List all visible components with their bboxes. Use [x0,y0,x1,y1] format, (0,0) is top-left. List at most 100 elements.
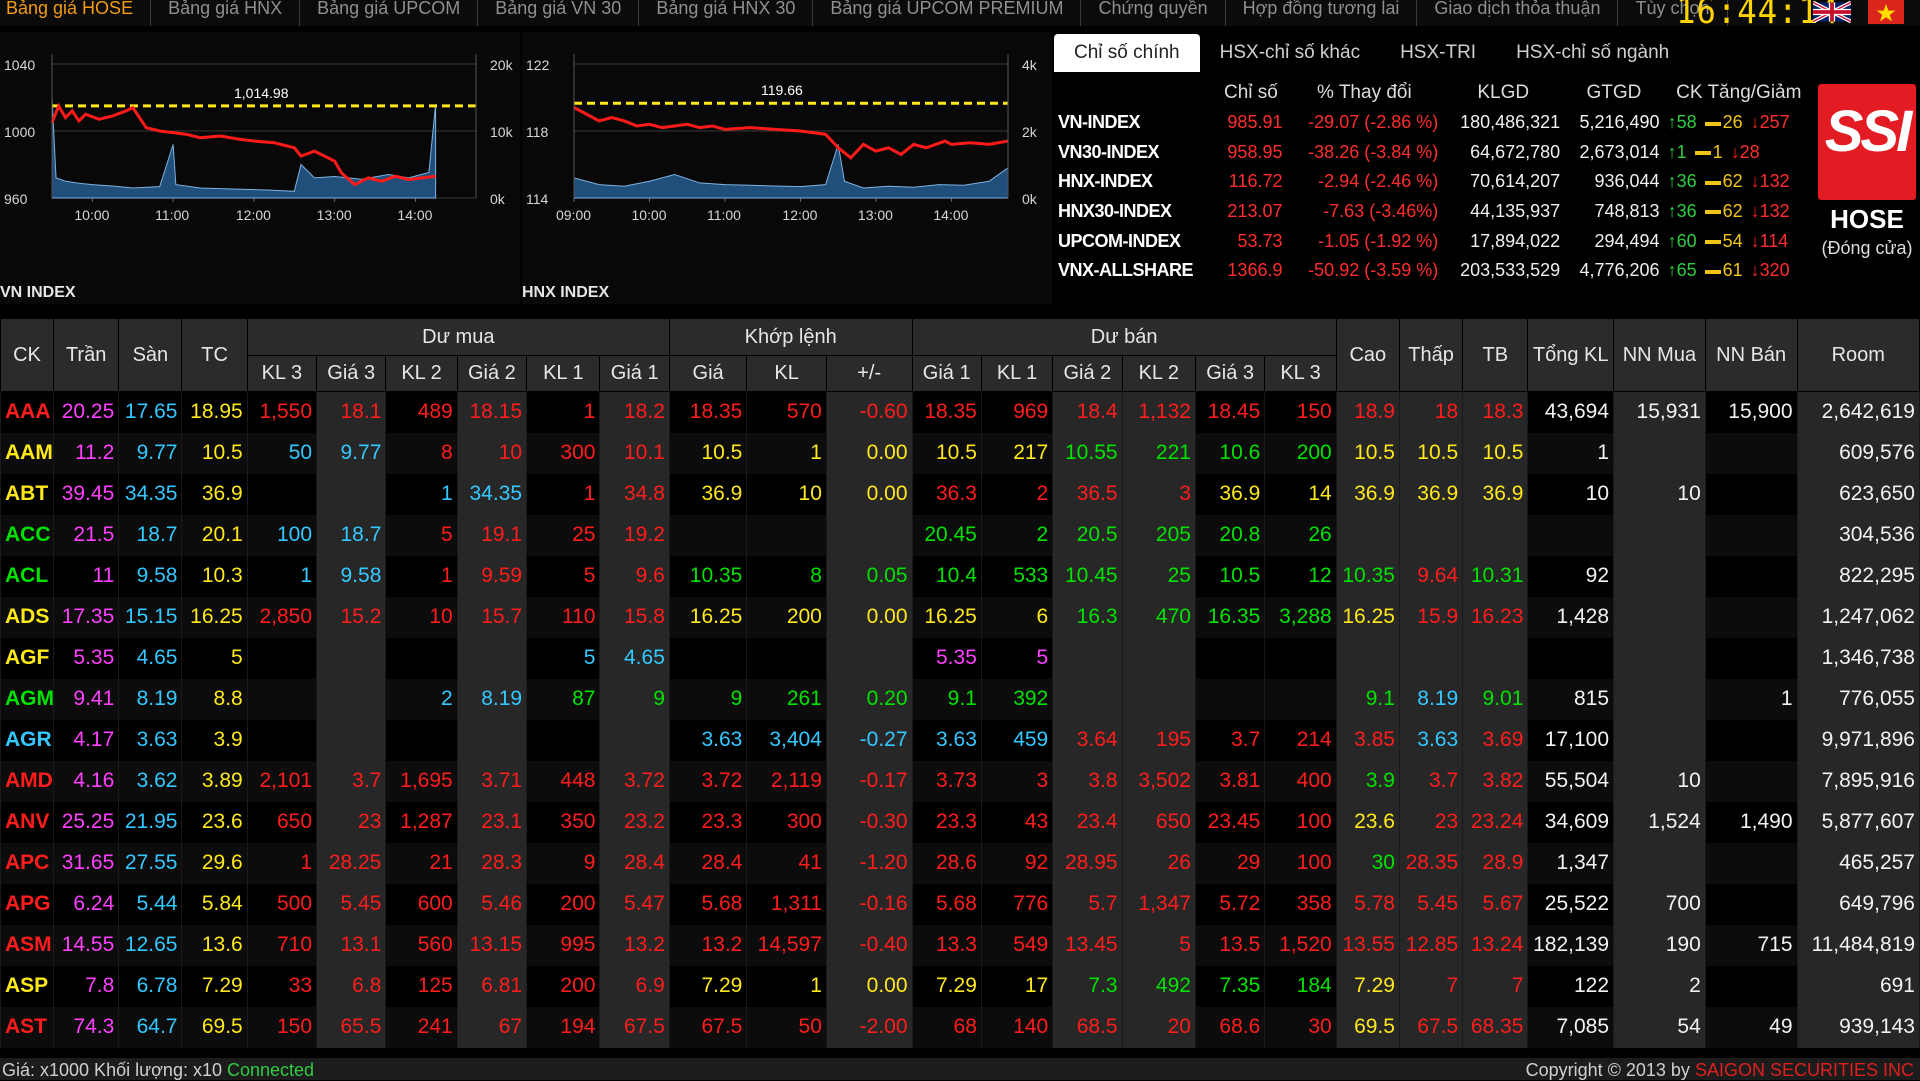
col-floor[interactable]: Sàn [118,318,183,392]
stock-row[interactable]: AAM 11.2 9.77 10.5 50 9.77 8 10 300 10.1 10.5 1 0.00… [0,432,1920,474]
nav-tab-1[interactable]: Bảng giá HNX [151,0,301,26]
stock-row[interactable]: APC 31.65 27.55 29.6 1 28.25 21 28.3 9 28.4 28.4 41… [0,842,1920,884]
col-ceiling[interactable]: Trần [53,318,120,392]
cell-ck[interactable]: AGR [0,719,55,761]
nav-tab-0[interactable]: Bảng giá HOSE [0,0,152,26]
col-buy-vol-1[interactable]: KL 1 [526,355,601,392]
stock-row[interactable]: APG 6.24 5.44 5.84 500 5.45 600 5.46 200 5.47 5.68… [0,883,1920,925]
cell-s-kl2 [1121,637,1196,679]
col-total-volume[interactable]: Tổng KL [1527,318,1615,392]
cell-ck[interactable]: AGF [0,637,55,679]
cell-ck[interactable]: ABT [0,473,55,515]
cell-s-g3: 10.5 [1194,555,1266,597]
cell-ck[interactable]: AAA [0,391,55,433]
col-match-volume[interactable]: KL [746,355,827,392]
index-tab-1[interactable]: HSX-chỉ số khác [1200,34,1380,72]
cell-s-g3: 36.9 [1194,473,1266,515]
cell-m-chg [825,637,913,679]
col-foreign-room[interactable]: Room [1796,318,1920,392]
nav-tab-4[interactable]: Bảng giá HNX 30 [639,0,814,26]
stock-row[interactable]: ASM 14.55 12.65 13.6 710 13.1 560 13.15 995 13.2 1… [0,924,1920,966]
index-row[interactable]: VN30-INDEX 958.95 -38.26 (-3.84 %) 64,672,7… [1054,138,1814,168]
stock-row[interactable]: AGF 5.35 4.65 5 5 4.65 5.35 5 1,346,738 [0,637,1920,679]
cell-ck[interactable]: AST [0,1006,55,1048]
col-buy-price-3[interactable]: Giá 3 [316,355,387,392]
col-average[interactable]: TB [1462,318,1529,392]
nav-tab-8[interactable]: Giao dịch thỏa thuận [1417,0,1619,26]
cell-ck[interactable]: AAM [0,432,55,474]
stock-row[interactable]: AGR 4.17 3.63 3.9 3.63 3,404 -0.27 3.63 459 3.64 1… [0,719,1920,761]
cell-avg: 10.5 [1462,432,1529,474]
company-name[interactable]: SAIGON SECURITIES INC [1695,1060,1914,1080]
nav-tab-5[interactable]: Bảng giá UPCOM PREMIUM [813,0,1082,26]
stock-row[interactable]: ACL 11 9.58 10.3 1 9.58 1 9.59 5 9.6 10.35 8 0.05 10.… [0,555,1920,597]
index-col-breadth: CK Tăng/Giảm [1676,82,1802,103]
index-row[interactable]: HNX30-INDEX 213.07 -7.63 (-3.46%) 44,135,93… [1054,197,1814,227]
stock-row[interactable]: ACC 21.5 18.7 20.1 100 18.7 5 19.1 25 19.2 20.45 2 2… [0,514,1920,556]
cell-ck[interactable]: ADS [0,596,55,638]
col-sell-vol-2[interactable]: KL 2 [1121,355,1196,392]
cell-s-g1: 13.3 [911,924,982,966]
stock-row[interactable]: ADS 17.35 15.15 16.25 2,850 15.2 10 15.7 110 15.8… [0,596,1920,638]
cell-ck[interactable]: ACC [0,514,55,556]
col-match-change[interactable]: +/- [825,355,913,392]
index-row[interactable]: VN-INDEX 985.91 -29.07 (-2.86 %) 180,486,32… [1054,108,1814,138]
stock-row[interactable]: ANV 25.25 21.95 23.6 650 23 1,287 23.1 350 23.2 23… [0,801,1920,843]
cell-s-g1: 28.6 [911,842,982,884]
cell-nn-buy: 15,931 [1613,391,1706,433]
col-reference[interactable]: TC [181,318,248,392]
col-sell-vol-1[interactable]: KL 1 [980,355,1054,392]
stock-row[interactable]: AST 74.3 64.7 69.5 150 65.5 241 67 194 67.5 67.5 50… [0,1006,1920,1048]
cell-ck[interactable]: APC [0,842,55,884]
col-sell-price-1[interactable]: Giá 1 [911,355,982,392]
english-flag-icon[interactable] [1813,0,1851,24]
col-low[interactable]: Thấp [1398,318,1464,392]
col-buy-vol-2[interactable]: KL 2 [385,355,458,392]
col-sell-price-2[interactable]: Giá 2 [1052,355,1123,392]
cell-b-g3: 18.1 [316,391,387,433]
col-buy-vol-3[interactable]: KL 3 [246,355,318,392]
nav-tab-3[interactable]: Bảng giá VN 30 [478,0,640,26]
cell-ck[interactable]: APG [0,883,55,925]
cell-ck[interactable]: ASM [0,924,55,966]
col-sell-vol-3[interactable]: KL 3 [1264,355,1337,392]
cell-m-price: 67.5 [668,1006,748,1048]
cell-ck[interactable]: ASP [0,965,55,1007]
index-tab-3[interactable]: HSX-chỉ số ngành [1496,34,1689,72]
stock-row[interactable]: AAA 20.25 17.65 18.95 1,550 18.1 489 18.15 1 18.2… [0,391,1920,433]
stock-row[interactable]: AMD 4.16 3.62 3.89 2,101 3.7 1,695 3.71 448 3.72 3… [0,760,1920,802]
col-foreign-sell[interactable]: NN Bán [1704,318,1798,392]
index-tab-2[interactable]: HSX-TRI [1380,34,1496,72]
col-symbol[interactable]: CK [0,318,55,392]
col-high[interactable]: Cao [1335,318,1400,392]
nav-tab-2[interactable]: Bảng giá UPCOM [300,0,479,26]
index-row[interactable]: VNX-ALLSHARE 1366.9 -50.92 (-3.59 %) 203,53… [1054,256,1814,286]
nav-tab-6[interactable]: Chứng quyền [1081,0,1226,26]
advance-count: 65 [1676,260,1697,281]
cell-b-kl3: 2,850 [246,596,318,638]
index-tab-0[interactable]: Chỉ số chính [1054,34,1200,72]
col-buy-price-2[interactable]: Giá 2 [456,355,528,392]
index-row[interactable]: HNX-INDEX 116.72 -2.94 (-2.46 %) 70,614,207… [1054,167,1814,197]
decline-count: 320 [1759,260,1790,281]
cell-ck[interactable]: ACL [0,555,55,597]
col-buy-price-1[interactable]: Giá 1 [599,355,670,392]
cell-b-kl2: 489 [385,391,458,433]
group-buy-orders: Dư mua [246,318,670,356]
vietnamese-flag-icon[interactable] [1868,0,1904,24]
index-row[interactable]: UPCOM-INDEX 53.73 -1.05 (-1.92 %) 17,894,02… [1054,226,1814,256]
cell-s-kl3: 184 [1264,965,1337,1007]
cell-s-g1: 10.5 [911,432,982,474]
stock-row[interactable]: AGM 9.41 8.19 8.8 2 8.19 87 9 9 261 0.20 9.1 392 9.1 8… [0,678,1920,720]
cell-ck[interactable]: AMD [0,760,55,802]
col-match-price[interactable]: Giá [668,355,748,392]
col-foreign-buy[interactable]: NN Mua [1613,318,1706,392]
stock-row[interactable]: ABT 39.45 34.35 36.9 1 34.35 1 34.8 36.9 10 0.00 36… [0,473,1920,515]
cell-ck[interactable]: ANV [0,801,55,843]
col-sell-price-3[interactable]: Giá 3 [1194,355,1266,392]
cell-ck[interactable]: AGM [0,678,55,720]
index-col-volume: KLGD [1477,82,1530,103]
cell-high: 10.5 [1335,432,1400,474]
stock-row[interactable]: ASP 7.8 6.78 7.29 33 6.8 125 6.81 200 6.9 7.29 1 0.0… [0,965,1920,1007]
nav-tab-7[interactable]: Hợp đồng tương lai [1226,0,1418,26]
